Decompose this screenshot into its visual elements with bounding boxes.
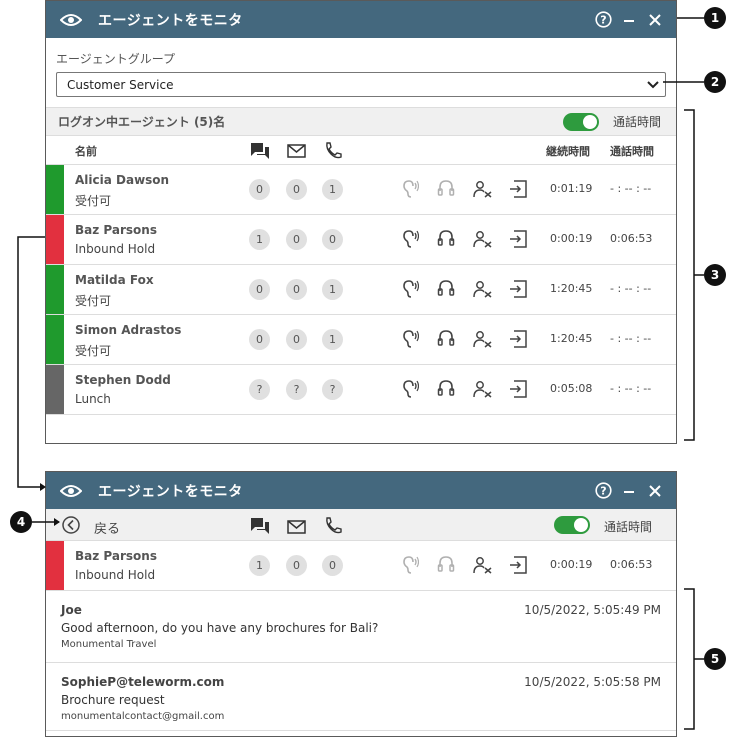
callout-2: 2 xyxy=(704,71,726,93)
callout-1: 1 xyxy=(704,7,726,29)
callout-4: 4 xyxy=(10,511,32,533)
callout-3: 3 xyxy=(704,264,726,286)
callout-5: 5 xyxy=(704,648,726,670)
callout-lines xyxy=(17,17,704,730)
